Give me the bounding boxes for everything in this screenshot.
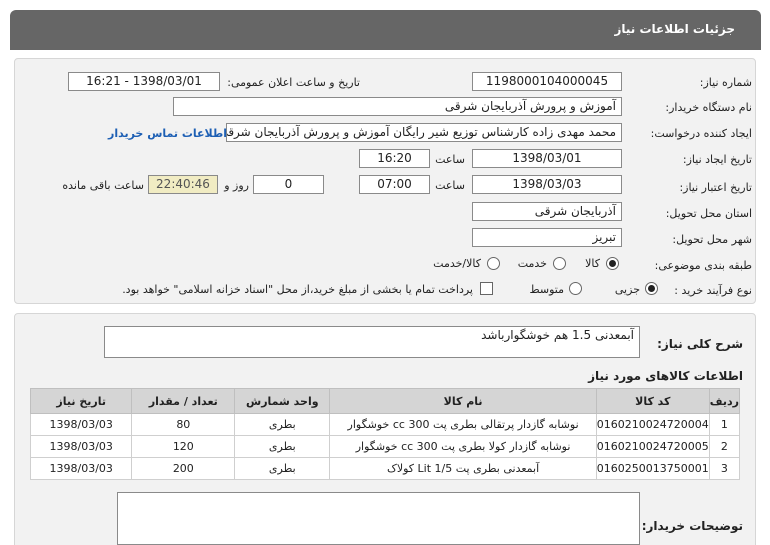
cell-row: 3 — [708, 457, 741, 480]
cell-date: 1398/03/03 — [29, 413, 133, 436]
validity-label: تاریخ اعتبار نیاز: — [679, 181, 752, 194]
remaining-label: ساعت باقی مانده — [62, 179, 144, 192]
col-row: ردیف — [708, 388, 741, 414]
cell-row: 1 — [708, 413, 741, 436]
table-row: 2 0160210024720005 نوشابه گازدار کولا بط… — [29, 435, 741, 458]
treasury-note: پرداخت تمام یا بخشی از مبلغ خرید،از محل … — [122, 283, 473, 296]
buyer-org-field: آموزش و پرورش آذربایجان شرقی — [173, 97, 622, 116]
cell-code: 0160210024720005 — [595, 435, 710, 458]
buyer-org-label: نام دستگاه خریدار: — [665, 101, 752, 114]
buyer-notes-field — [117, 492, 640, 545]
general-desc-label: شرح کلی نیاز: — [657, 337, 743, 351]
validity-time-field: 07:00 — [359, 175, 430, 194]
category-both-radio[interactable] — [487, 257, 500, 270]
buyer-contact-link[interactable]: اطلاعات تماس خریدار — [108, 127, 227, 140]
col-date: تاریخ نیاز — [29, 388, 133, 414]
page-header: جزئیات اطلاعات نیاز — [10, 10, 761, 50]
col-code: کد کالا — [595, 388, 710, 414]
col-unit: واحد شمارش — [234, 388, 331, 414]
process-medium-radio[interactable] — [569, 282, 582, 295]
created-time-field: 16:20 — [359, 149, 430, 168]
goods-section-title: اطلاعات کالاهای مورد نیاز — [588, 369, 743, 383]
city-label: شهر محل تحویل: — [672, 233, 752, 246]
goods-table: ردیف کد کالا نام کالا واحد شمارش تعداد /… — [29, 388, 741, 480]
validity-time-label: ساعت — [435, 179, 465, 192]
page-title: جزئیات اطلاعات نیاز — [614, 22, 735, 36]
category-both-label: کالا/خدمت — [433, 257, 481, 270]
category-label: طبقه بندی موضوعی: — [654, 259, 752, 272]
process-minor-label: جزیی — [614, 283, 640, 296]
requester-label: ایجاد کننده درخواست: — [650, 127, 752, 140]
cell-qty: 120 — [131, 435, 236, 458]
province-field: آذربایجان شرقی — [472, 202, 622, 221]
category-service-radio[interactable] — [553, 257, 566, 270]
category-goods-radio[interactable] — [606, 257, 619, 270]
cell-unit: بطری — [234, 457, 331, 480]
general-desc-field: آبمعدنی 1.5 هم خوشگوارباشد — [104, 326, 640, 358]
province-label: استان محل تحویل: — [665, 207, 752, 220]
announce-label: تاریخ و ساعت اعلان عمومی: — [227, 76, 360, 89]
goods-table-header: ردیف کد کالا نام کالا واحد شمارش تعداد /… — [29, 388, 741, 414]
cell-name: نوشابه گازدار پرتقالی بطری پت 300 cc خوش… — [329, 413, 597, 436]
process-medium-label: متوسط — [529, 283, 564, 296]
cell-code: 0160250013750001 — [595, 457, 710, 480]
validity-date-field: 1398/03/03 — [472, 175, 622, 194]
treasury-checkbox[interactable] — [480, 282, 493, 295]
cell-unit: بطری — [234, 435, 331, 458]
days-label: روز و — [224, 179, 249, 192]
created-label: تاریخ ایجاد نیاز: — [682, 153, 752, 166]
need-number-field: 1198000104000045 — [472, 72, 622, 91]
remaining-time-field: 22:40:46 — [148, 175, 218, 194]
cell-name: نوشابه گازدار کولا بطری پت 300 cc خوشگوا… — [329, 435, 597, 458]
category-service-label: خدمت — [517, 257, 547, 270]
cell-code: 0160210024720004 — [595, 413, 710, 436]
process-label: نوع فرآیند خرید : — [674, 284, 752, 297]
requester-field: محمد مهدی زاده کارشناس توزیع شیر رایگان … — [226, 123, 622, 142]
created-date-field: 1398/03/01 — [472, 149, 622, 168]
created-time-label: ساعت — [435, 153, 465, 166]
table-row: 3 0160250013750001 آبمعدنی بطری پت 1/5 L… — [29, 457, 741, 480]
cell-name: آبمعدنی بطری پت 1/5 Lit کولاک — [329, 457, 597, 480]
cell-row: 2 — [708, 435, 741, 458]
process-minor-radio[interactable] — [645, 282, 658, 295]
cell-date: 1398/03/03 — [29, 457, 133, 480]
table-row: 1 0160210024720004 نوشابه گازدار پرتقالی… — [29, 413, 741, 436]
validity-days-field: 0 — [253, 175, 324, 194]
need-number-label: شماره نیاز: — [699, 76, 752, 89]
city-field: تبریز — [472, 228, 622, 247]
cell-unit: بطری — [234, 413, 331, 436]
category-goods-label: کالا — [585, 257, 600, 270]
buyer-notes-label: توضیحات خریدار: — [641, 519, 743, 533]
announce-field: 1398/03/01 - 16:21 — [68, 72, 220, 91]
col-qty: تعداد / مقدار — [131, 388, 236, 414]
cell-date: 1398/03/03 — [29, 435, 133, 458]
cell-qty: 200 — [131, 457, 236, 480]
cell-qty: 80 — [131, 413, 236, 436]
col-name: نام کالا — [329, 388, 597, 414]
